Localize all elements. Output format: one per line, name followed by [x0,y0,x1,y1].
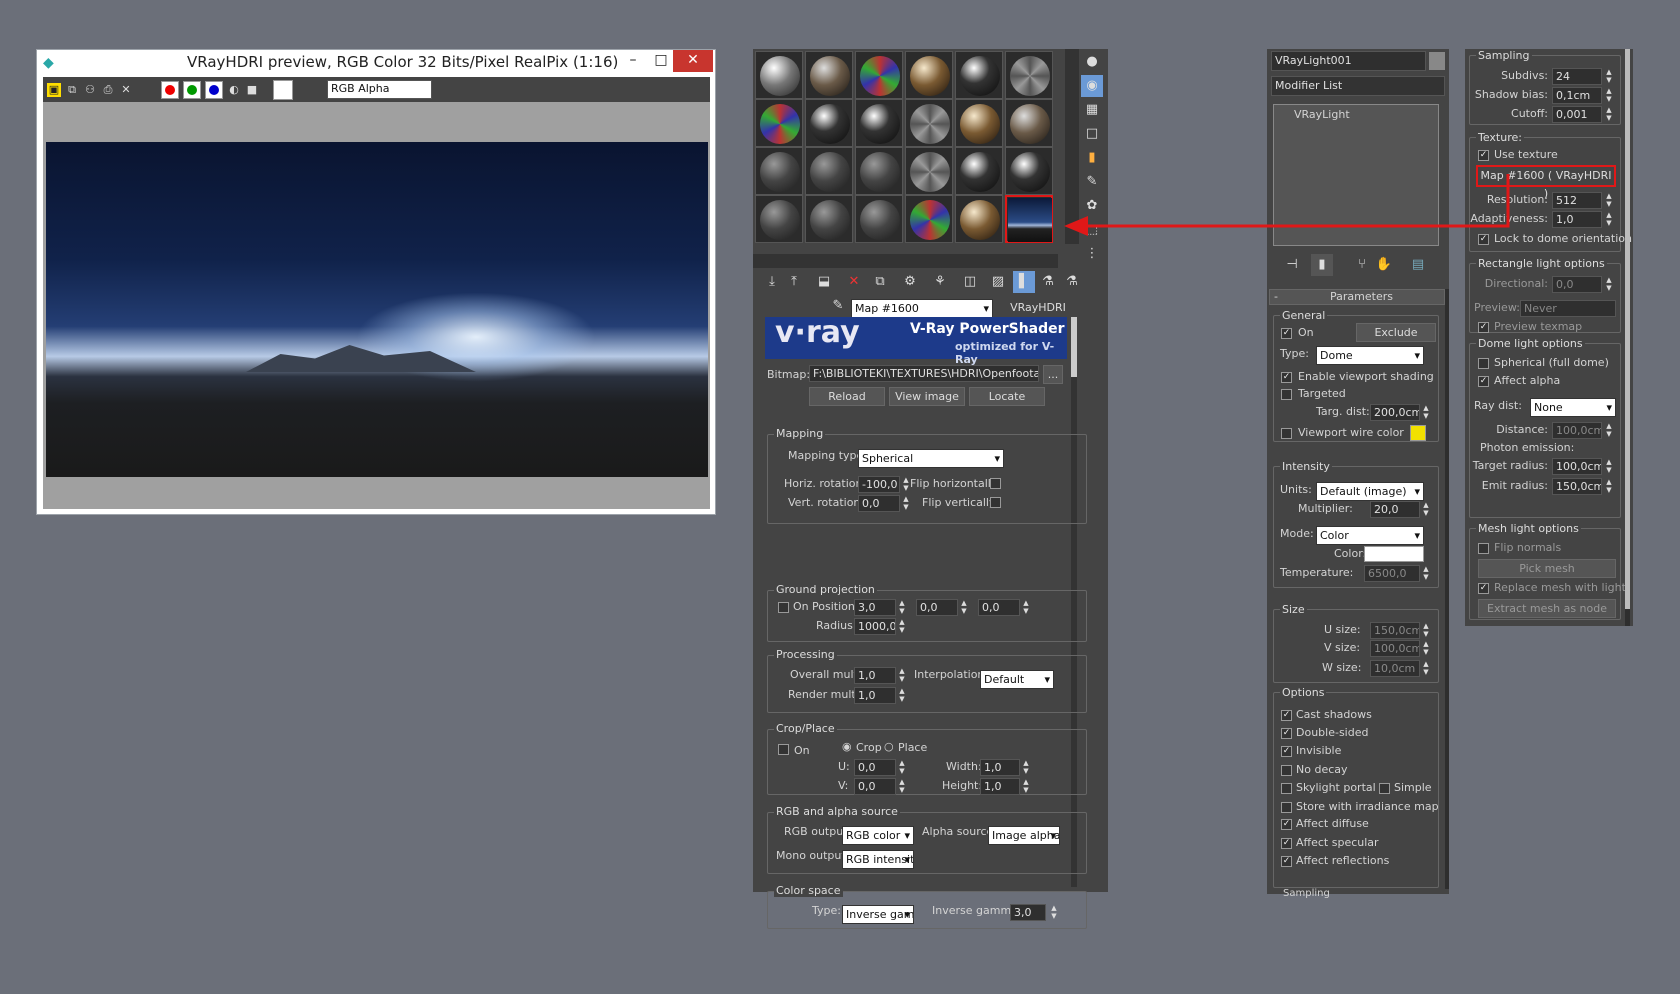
arrow-head [1064,216,1088,236]
annotation-arrow [1064,174,1510,236]
arrow-line [1086,174,1510,228]
